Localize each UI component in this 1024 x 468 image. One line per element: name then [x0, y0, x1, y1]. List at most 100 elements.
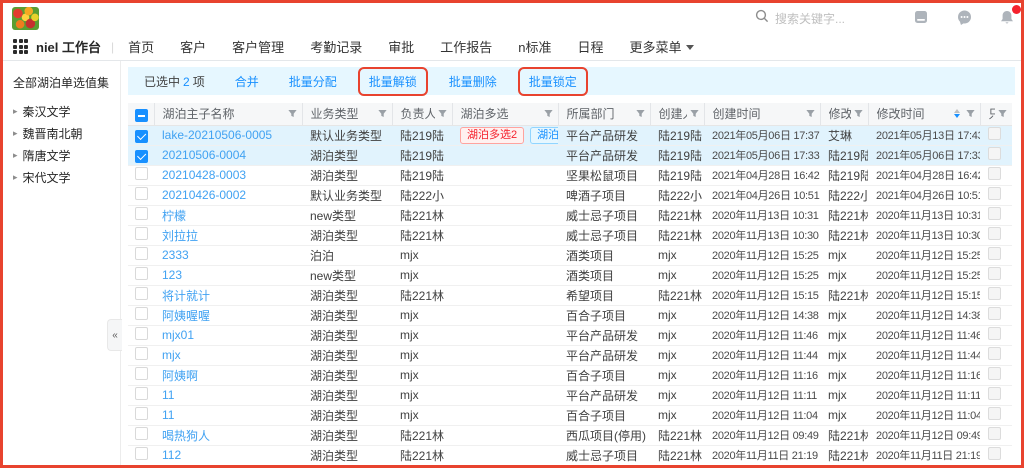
table-row[interactable]: 112湖泊类型陆221林威士忌子项目陆221林2020年11月11日 21:19…: [128, 445, 1012, 465]
comment-icon[interactable]: [955, 8, 973, 26]
lake-name-link[interactable]: 刘拉拉: [162, 229, 198, 243]
lake-name-link[interactable]: 阿姨喔喔: [162, 309, 210, 323]
readonly-checkbox[interactable]: [988, 187, 1001, 200]
lake-name-link[interactable]: 2333: [162, 248, 189, 262]
sidebar-item-2[interactable]: ▸隋唐文学: [13, 144, 120, 166]
notebook-icon[interactable]: [912, 8, 930, 26]
table-row[interactable]: 20210428-0003湖泊类型陆219陆坚果松鼠项目陆219陆2021年04…: [128, 165, 1012, 185]
row-checkbox[interactable]: [135, 247, 148, 260]
nav-item-1[interactable]: 客户: [180, 37, 206, 56]
filter-icon[interactable]: [287, 108, 298, 119]
lake-name-link[interactable]: 11: [162, 408, 174, 422]
row-checkbox[interactable]: [135, 407, 148, 420]
nav-item-6[interactable]: n标准: [518, 37, 551, 56]
row-checkbox[interactable]: [135, 387, 148, 400]
bulk-action-1[interactable]: 批量分配: [289, 73, 337, 90]
filter-icon[interactable]: [437, 108, 448, 119]
apps-grid-icon[interactable]: [13, 39, 28, 54]
filter-icon[interactable]: [543, 108, 554, 119]
readonly-checkbox[interactable]: [988, 307, 1001, 320]
table-row[interactable]: 喝热狗人湖泊类型陆221林西瓜项目(停用)陆221林2020年11月12日 09…: [128, 425, 1012, 445]
bell-icon[interactable]: [998, 8, 1016, 26]
table-row[interactable]: 刘拉拉湖泊类型陆221林威士忌子项目陆221林2020年11月13日 10:30…: [128, 225, 1012, 245]
row-checkbox[interactable]: [135, 150, 148, 163]
bulk-action-2-annotated[interactable]: 批量解锁: [358, 67, 428, 96]
sidebar-item-3[interactable]: ▸宋代文学: [13, 166, 120, 188]
readonly-checkbox[interactable]: [988, 207, 1001, 220]
table-row[interactable]: lake-20210506-0005默认业务类型陆219陆湖泊多选2湖泊多选1平…: [128, 125, 1012, 145]
filter-icon[interactable]: [689, 108, 700, 119]
lake-name-link[interactable]: mjx01: [162, 328, 194, 342]
workspace-brand[interactable]: niel 工作台: [36, 37, 101, 56]
readonly-checkbox[interactable]: [988, 347, 1001, 360]
nav-item-4[interactable]: 审批: [388, 37, 414, 56]
search-input[interactable]: [775, 12, 885, 26]
nav-item-2[interactable]: 客户管理: [232, 37, 284, 56]
lake-name-link[interactable]: 11: [162, 388, 174, 402]
filter-icon[interactable]: [805, 108, 816, 119]
lake-name-link[interactable]: mjx: [162, 348, 181, 362]
table-row[interactable]: 123new类型mjx酒类项目mjx2020年11月12日 15:25mjx20…: [128, 265, 1012, 285]
row-checkbox[interactable]: [135, 327, 148, 340]
row-checkbox[interactable]: [135, 447, 148, 460]
table-row[interactable]: 阿姨喔喔湖泊类型mjx百合子项目mjx2020年11月12日 14:38mjx2…: [128, 305, 1012, 325]
table-row[interactable]: mjx01湖泊类型mjx平台产品研发mjx2020年11月12日 11:46mj…: [128, 325, 1012, 345]
table-row[interactable]: 20210426-0002默认业务类型陆222小啤酒子项目陆222小2021年0…: [128, 185, 1012, 205]
bulk-action-3[interactable]: 批量删除: [449, 73, 497, 90]
row-checkbox[interactable]: [135, 167, 148, 180]
lake-name-link[interactable]: 20210506-0004: [162, 148, 246, 162]
filter-icon[interactable]: [853, 108, 864, 119]
row-checkbox[interactable]: [135, 227, 148, 240]
sidebar-item-1[interactable]: ▸魏晋南北朝: [13, 122, 120, 144]
nav-item-0[interactable]: 首页: [128, 37, 154, 56]
readonly-checkbox[interactable]: [988, 287, 1001, 300]
row-checkbox[interactable]: [135, 367, 148, 380]
row-checkbox[interactable]: [135, 287, 148, 300]
readonly-checkbox[interactable]: [988, 367, 1001, 380]
lake-name-link[interactable]: 112: [162, 448, 181, 462]
bulk-action-0[interactable]: 合并: [235, 73, 259, 90]
readonly-checkbox[interactable]: [988, 427, 1001, 440]
filter-icon[interactable]: [377, 108, 388, 119]
filter-icon[interactable]: [635, 108, 646, 119]
lake-name-link[interactable]: lake-20210506-0005: [162, 128, 272, 142]
readonly-checkbox[interactable]: [988, 247, 1001, 260]
app-logo[interactable]: [12, 7, 39, 30]
row-checkbox[interactable]: [135, 347, 148, 360]
table-row[interactable]: 阿姨啊湖泊类型mjx百合子项目mjx2020年11月12日 11:16mjx20…: [128, 365, 1012, 385]
bulk-action-4-annotated[interactable]: 批量锁定: [518, 67, 588, 96]
row-checkbox[interactable]: [135, 130, 148, 143]
nav-item-7[interactable]: 日程: [577, 37, 603, 56]
row-checkbox[interactable]: [135, 267, 148, 280]
select-all-checkbox[interactable]: [135, 109, 148, 122]
readonly-checkbox[interactable]: [988, 227, 1001, 240]
lake-name-link[interactable]: 20210426-0002: [162, 188, 246, 202]
table-row[interactable]: 柠檬new类型陆221林威士忌子项目陆221林2020年11月13日 10:31…: [128, 205, 1012, 225]
readonly-checkbox[interactable]: [988, 327, 1001, 340]
filter-icon[interactable]: [997, 108, 1008, 119]
table-row[interactable]: 将计就计湖泊类型陆221林希望项目陆221林2020年11月12日 15:15陆…: [128, 285, 1012, 305]
lake-name-link[interactable]: 123: [162, 268, 182, 282]
lake-name-link[interactable]: 喝热狗人: [162, 429, 210, 443]
readonly-checkbox[interactable]: [988, 447, 1001, 460]
readonly-checkbox[interactable]: [988, 387, 1001, 400]
sort-icon[interactable]: [954, 109, 960, 118]
readonly-checkbox[interactable]: [988, 267, 1001, 280]
row-checkbox[interactable]: [135, 307, 148, 320]
readonly-checkbox[interactable]: [988, 167, 1001, 180]
readonly-checkbox[interactable]: [988, 127, 1001, 140]
sidebar-item-0[interactable]: ▸秦汉文学: [13, 100, 120, 122]
readonly-checkbox[interactable]: [988, 407, 1001, 420]
row-checkbox[interactable]: [135, 187, 148, 200]
row-checkbox[interactable]: [135, 427, 148, 440]
row-checkbox[interactable]: [135, 207, 148, 220]
lake-name-link[interactable]: 柠檬: [162, 209, 186, 223]
lake-name-link[interactable]: 阿姨啊: [162, 369, 198, 383]
table-row[interactable]: 2333泊泊mjx酒类项目mjx2020年11月12日 15:25mjx2020…: [128, 245, 1012, 265]
lake-name-link[interactable]: 将计就计: [162, 289, 210, 303]
table-row[interactable]: 11湖泊类型mjx平台产品研发mjx2020年11月12日 11:11mjx20…: [128, 385, 1012, 405]
table-row[interactable]: mjx湖泊类型mjx平台产品研发mjx2020年11月12日 11:44mjx2…: [128, 345, 1012, 365]
global-search[interactable]: [755, 9, 885, 28]
table-row[interactable]: 11湖泊类型mjx百合子项目mjx2020年11月12日 11:04mjx202…: [128, 405, 1012, 425]
nav-item-8[interactable]: 更多菜单: [629, 37, 693, 56]
